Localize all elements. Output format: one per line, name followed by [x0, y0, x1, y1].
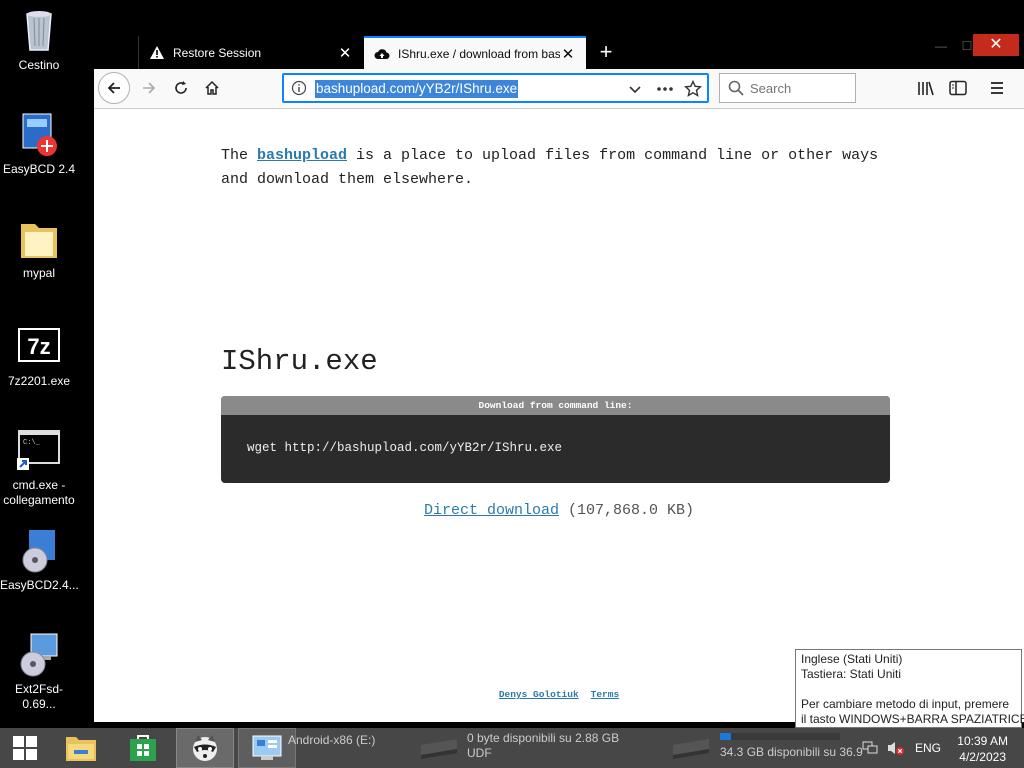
desktop-icon-label: Cestino [18, 58, 60, 72]
taskbar-store[interactable] [118, 728, 168, 768]
arrow-right-icon [143, 82, 156, 94]
installer-icon [15, 630, 63, 678]
desktop-icon-label: cmd.exe - collegamento [3, 478, 75, 507]
search-icon [728, 80, 744, 101]
search-input[interactable] [750, 79, 850, 97]
page-actions-icon[interactable] [656, 80, 674, 98]
url-text[interactable]: bashupload.com/yYB2r/IShru.exe [315, 80, 519, 98]
file-name-heading: IShru.exe [221, 345, 378, 378]
taskbar-file-explorer[interactable] [56, 728, 106, 768]
arrow-left-icon [107, 82, 120, 94]
desktop-icon-7zip[interactable]: 7z 7z2201.exe [0, 322, 78, 389]
navigation-toolbar: bashupload.com/yYB2r/IShru.exe [94, 69, 1024, 109]
taskbar: Android-x86 (E:) 0 byte disponibili su 2… [0, 728, 1024, 768]
7zip-icon: 7z [15, 322, 63, 370]
home-icon [205, 80, 219, 95]
reload-button[interactable] [166, 73, 196, 103]
wget-command[interactable]: wget http://bashupload.com/yYB2r/IShru.e… [221, 415, 890, 455]
start-button[interactable] [0, 728, 50, 768]
warning-icon [149, 45, 165, 61]
desktop-icon-easybcd[interactable]: EasyBCD 2.4 [0, 110, 78, 177]
search-bar[interactable] [719, 73, 856, 103]
address-bar[interactable]: bashupload.com/yYB2r/IShru.exe [282, 73, 709, 103]
drive-usage-bar [720, 733, 840, 740]
network-icon[interactable] [860, 728, 880, 768]
forward-button[interactable] [134, 73, 164, 103]
folder-icon [15, 214, 63, 262]
intro-text: The bashupload is a place to upload file… [221, 144, 901, 192]
desktop-icon-label: Ext2Fsd-0.69... [14, 682, 63, 711]
system-clock[interactable]: 10:39 AM 4/2/2023 [957, 733, 1008, 765]
file-explorer-icon [66, 737, 96, 761]
svg-text:7z: 7z [27, 334, 50, 359]
desktop-icon-easybcd-setup[interactable]: EasyBCD2.4... [0, 526, 79, 593]
desktop-icon-recycle-bin[interactable]: Cestino [0, 6, 78, 73]
store-icon [130, 735, 156, 761]
desktop-icon-cmd[interactable]: C:\_ cmd.exe - collegamento [0, 426, 78, 508]
drive-usage-fill [720, 733, 731, 740]
drive-c-free: 34.3 GB disponibili su 36.9 [720, 745, 863, 759]
cmd-icon: C:\_ [15, 426, 63, 474]
desktop-icon-label: mypal [22, 266, 55, 280]
desktop-icon-ext2fsd[interactable]: Ext2Fsd-0.69... [0, 630, 78, 712]
intro-text-start: The [221, 147, 258, 164]
tooltip-line: Inglese (Stati Uniti) [801, 652, 903, 666]
close-icon[interactable]: ✕ [560, 45, 576, 63]
drive-udf-free: 0 byte disponibili su 2.88 GB [467, 731, 620, 745]
chevron-down-icon[interactable] [626, 80, 644, 98]
tab-strip: Restore Session ✕ IShru.exe / download f… [94, 34, 1024, 69]
desktop-icon-label: 7z2201.exe [7, 374, 71, 388]
desktop-icon-label: EasyBCD2.4... [0, 578, 79, 592]
input-language-tooltip: Inglese (Stati Uniti) Tastiera: Stati Un… [795, 649, 1024, 728]
installer-icon [15, 526, 63, 574]
desktop-icon-label: EasyBCD 2.4 [2, 162, 76, 176]
browser-window: Restore Session ✕ IShru.exe / download f… [89, 34, 1024, 722]
direct-download-line: Direct download (107,868.0 KB) [94, 502, 1024, 519]
page-content: The bashupload is a place to upload file… [94, 109, 1024, 722]
desktop: Cestino EasyBCD 2.4 mypal 7z 7z2201.exe … [0, 0, 1024, 768]
bashupload-link[interactable]: bashupload [257, 147, 347, 164]
clock-date: 4/2/2023 [959, 750, 1006, 764]
bookmark-star-icon[interactable] [684, 80, 702, 98]
tab-ishru-download[interactable]: IShru.exe / download from bas ✕ [364, 36, 586, 69]
back-button[interactable] [98, 72, 130, 104]
drive-icon [664, 728, 718, 768]
window-close-button[interactable]: ✕ [973, 34, 1019, 56]
clock-time: 10:39 AM [957, 734, 1008, 748]
tab-restore-session[interactable]: Restore Session ✕ [138, 36, 363, 69]
svg-text:C:\_: C:\_ [23, 439, 41, 447]
volume-muted-icon[interactable] [884, 728, 906, 768]
tooltip-line: Per cambiare metodo di input, premere [801, 697, 1010, 711]
tooltip-line: Tastiera: Stati Uniti [801, 667, 902, 681]
author-link[interactable]: Denys Golotiuk [499, 689, 579, 700]
taskbar-mypal-browser[interactable] [176, 728, 234, 768]
windows-logo-icon [13, 736, 37, 760]
sidebar-icon[interactable] [948, 78, 968, 98]
recycle-bin-icon [15, 6, 63, 54]
command-box-header: Download from command line: [221, 396, 890, 415]
control-panel-icon [252, 735, 282, 760]
raccoon-icon [193, 735, 217, 761]
info-icon[interactable] [291, 80, 307, 96]
terms-link[interactable]: Terms [591, 689, 620, 700]
drive-udf-fs: UDF [467, 746, 492, 760]
command-box: Download from command line: wget http://… [221, 396, 890, 483]
drive-icon [412, 728, 466, 768]
upload-cloud-icon [374, 46, 390, 62]
file-size: (107,868.0 KB) [559, 502, 695, 519]
tab-title: IShru.exe / download from bas [398, 46, 560, 61]
close-icon[interactable]: ✕ [337, 44, 353, 62]
easybcd-icon [15, 110, 63, 158]
new-tab-button[interactable]: + [594, 40, 618, 64]
home-button[interactable] [197, 73, 227, 103]
tab-title: Restore Session [173, 45, 262, 60]
reload-icon [175, 81, 187, 94]
input-language-indicator[interactable]: ENG [915, 741, 941, 756]
library-icon[interactable] [916, 78, 936, 98]
drive-android-label: Android-x86 (E:) [288, 733, 376, 747]
menu-icon[interactable] [987, 78, 1007, 98]
desktop-icon-mypal[interactable]: mypal [0, 214, 78, 281]
tooltip-line: il tasto WINDOWS+BARRA SPAZIATRICE. [801, 712, 1024, 726]
direct-download-link[interactable]: Direct download [424, 502, 559, 519]
